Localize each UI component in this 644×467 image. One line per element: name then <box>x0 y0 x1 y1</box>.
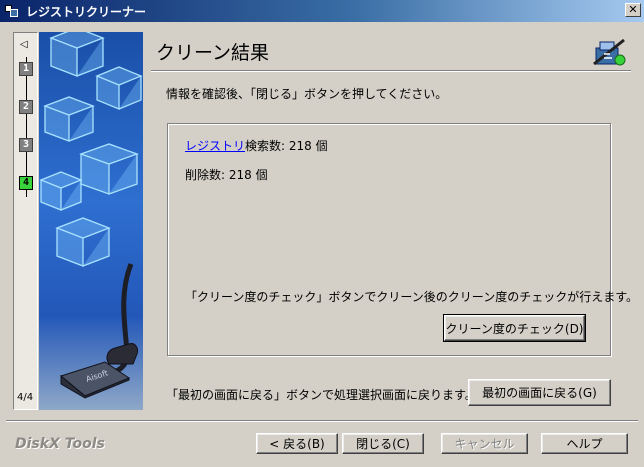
registry-link[interactable]: レジストリ <box>185 139 245 153</box>
cancel-button: キャンセル <box>441 433 528 454</box>
close-window-button[interactable]: ✕ <box>625 3 641 17</box>
step-1: 1 <box>19 62 33 76</box>
step-counter: 4/4 <box>17 392 34 403</box>
instruction-text: 情報を確認後、「閉じる」ボタンを押してください。 <box>166 87 448 101</box>
return-note-text: 「最初の画面に戻る」ボタンで処理選択画面に戻ります。 <box>166 388 477 402</box>
registry-cleaner-icon <box>590 36 628 68</box>
step-3: 3 <box>19 138 33 152</box>
footer-divider <box>6 420 638 422</box>
close-button[interactable]: 閉じる(C) <box>342 433 424 454</box>
back-button[interactable]: < 戻る(B) <box>256 433 338 454</box>
title-bar: レジストリクリーナー ✕ <box>0 0 644 22</box>
app-icon <box>4 3 20 19</box>
page-title: クリーン結果 <box>156 42 270 64</box>
results-panel: レジストリ検索数: 218 個 削除数: 218 個 「クリーン度のチェック」ボ… <box>167 123 638 356</box>
check-note-text: 「クリーン度のチェック」ボタンでクリーン後のクリーン度のチェックが行えます。 <box>185 290 639 304</box>
wizard-side-image: Aisoft <box>39 32 143 410</box>
step-4-current: 4 <box>19 176 33 190</box>
brand-logo: DiskX Tools <box>15 436 105 452</box>
help-button[interactable]: ヘルプ <box>541 433 628 454</box>
search-count-text: 検索数: 218 個 <box>245 139 328 153</box>
deleted-count-text: 削除数: 218 個 <box>185 168 268 182</box>
step-arrow-icon: ◁ <box>20 39 28 50</box>
cleanliness-check-button[interactable]: クリーン度のチェック(D) <box>443 314 586 342</box>
step-rail: ◁ 1 2 3 4 4/4 <box>13 32 38 410</box>
step-2: 2 <box>19 100 33 114</box>
return-to-start-button[interactable]: 最初の画面に戻る(G) <box>468 379 611 406</box>
cubes-and-vacuum-illustration: Aisoft <box>39 32 143 399</box>
header-divider <box>151 70 631 72</box>
search-count-row: レジストリ検索数: 218 個 <box>185 137 328 154</box>
window-title: レジストリクリーナー <box>26 4 147 19</box>
